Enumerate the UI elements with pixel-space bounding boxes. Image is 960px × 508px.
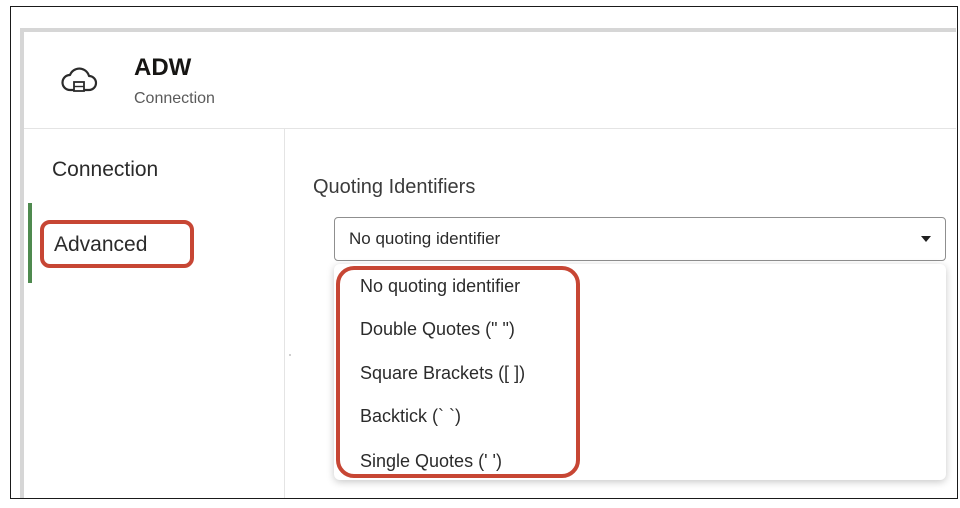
decorative-dot	[289, 354, 291, 356]
option-double-quotes[interactable]: Double Quotes (" ")	[360, 319, 515, 340]
connection-title: ADW	[134, 54, 192, 81]
header-divider	[24, 128, 956, 129]
cloud-database-icon	[61, 67, 98, 92]
connection-header: ADW Connection	[24, 32, 956, 128]
sidebar-divider	[284, 129, 285, 498]
sidebar-active-indicator	[28, 203, 32, 283]
connection-subtitle: Connection	[134, 90, 215, 107]
option-backtick[interactable]: Backtick (` `)	[360, 406, 461, 427]
chevron-down-icon[interactable]	[921, 236, 931, 242]
option-no-quoting-identifier[interactable]: No quoting identifier	[360, 276, 520, 297]
quoting-identifiers-select[interactable]: No quoting identifier	[334, 217, 946, 261]
select-current-value: No quoting identifier	[349, 229, 501, 248]
option-single-quotes[interactable]: Single Quotes (' ')	[360, 451, 502, 472]
quoting-identifiers-label: Quoting Identifiers	[313, 176, 476, 198]
sidebar-item-connection[interactable]: Connection	[52, 158, 158, 182]
quoting-identifiers-dropdown: No quoting identifier Double Quotes (" "…	[334, 264, 946, 480]
sidebar-item-advanced[interactable]: Advanced	[54, 233, 147, 257]
option-square-brackets[interactable]: Square Brackets ([ ])	[360, 363, 525, 384]
